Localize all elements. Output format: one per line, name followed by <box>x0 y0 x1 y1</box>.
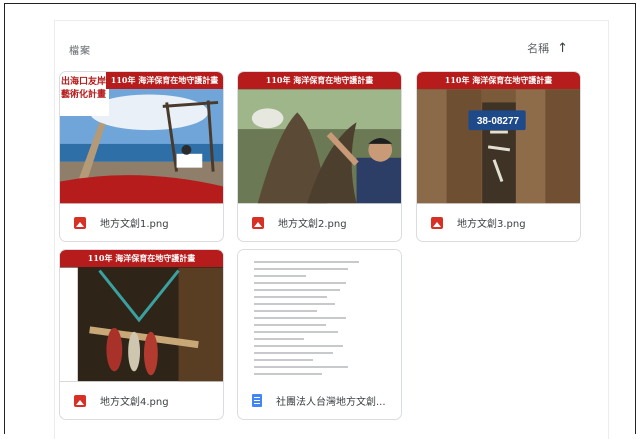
file-name: 地方文創3.png <box>457 219 526 230</box>
files-panel: 檔案 名稱 ↑ 出海口友岸灘 藝術化計畫 110年 海洋保育在地守護計畫 地方文… <box>54 20 609 439</box>
sort-control[interactable]: 名稱 ↑ <box>527 40 568 56</box>
file-card[interactable]: 110年 海洋保育在地守護計畫 38-08277 地方文創3.png <box>416 71 581 242</box>
image-file-icon <box>431 216 443 229</box>
thumbnail-banner: 110年 海洋保育在地守護計畫 <box>238 72 401 89</box>
thumbnail: 110年 海洋保育在地守護計畫 <box>238 72 401 204</box>
house-number-sign: 38-08277 <box>476 116 520 127</box>
document-file-icon <box>252 394 262 407</box>
image-file-icon <box>74 216 86 229</box>
file-name: 地方文創1.png <box>100 219 169 230</box>
document-preview <box>238 250 401 382</box>
thumbnail: 出海口友岸灘 藝術化計畫 110年 海洋保育在地守護計畫 <box>60 72 223 204</box>
section-title: 檔案 <box>69 46 91 57</box>
crafts-image <box>60 250 223 382</box>
file-name: 地方文創4.png <box>100 397 169 408</box>
wooden-sign-image <box>417 72 580 204</box>
image-file-icon <box>74 394 86 407</box>
file-name: 社團法人台灣地方文創... <box>276 397 386 408</box>
file-card[interactable]: 出海口友岸灘 藝術化計畫 110年 海洋保育在地守護計畫 地方文創1.png <box>59 71 224 242</box>
tree-man-image <box>238 72 401 204</box>
thumbnail: 110年 海洋保育在地守護計畫 38-08277 <box>417 72 580 204</box>
image-file-icon <box>252 216 264 229</box>
file-card[interactable]: 110年 海洋保育在地守護計畫 地方文創4.png <box>59 249 224 420</box>
file-name: 地方文創2.png <box>278 219 347 230</box>
thumbnail: 110年 海洋保育在地守護計畫 <box>60 250 223 382</box>
file-card[interactable]: 社團法人台灣地方文創... <box>237 249 402 420</box>
thumbnail-banner: 110年 海洋保育在地守護計畫 <box>417 72 580 89</box>
thumbnail-banner: 110年 海洋保育在地守護計畫 <box>60 250 223 267</box>
window-frame: 檔案 名稱 ↑ 出海口友岸灘 藝術化計畫 110年 海洋保育在地守護計畫 地方文… <box>4 3 636 439</box>
file-card[interactable]: 110年 海洋保育在地守護計畫 地方文創2.png <box>237 71 402 242</box>
sort-label[interactable]: 名稱 <box>527 40 549 56</box>
thumbnail-overlay-title: 出海口友岸灘 藝術化計畫 <box>60 72 115 116</box>
arrow-up-icon[interactable]: ↑ <box>557 41 568 56</box>
thumbnail-banner: 110年 海洋保育在地守護計畫 <box>106 72 223 89</box>
